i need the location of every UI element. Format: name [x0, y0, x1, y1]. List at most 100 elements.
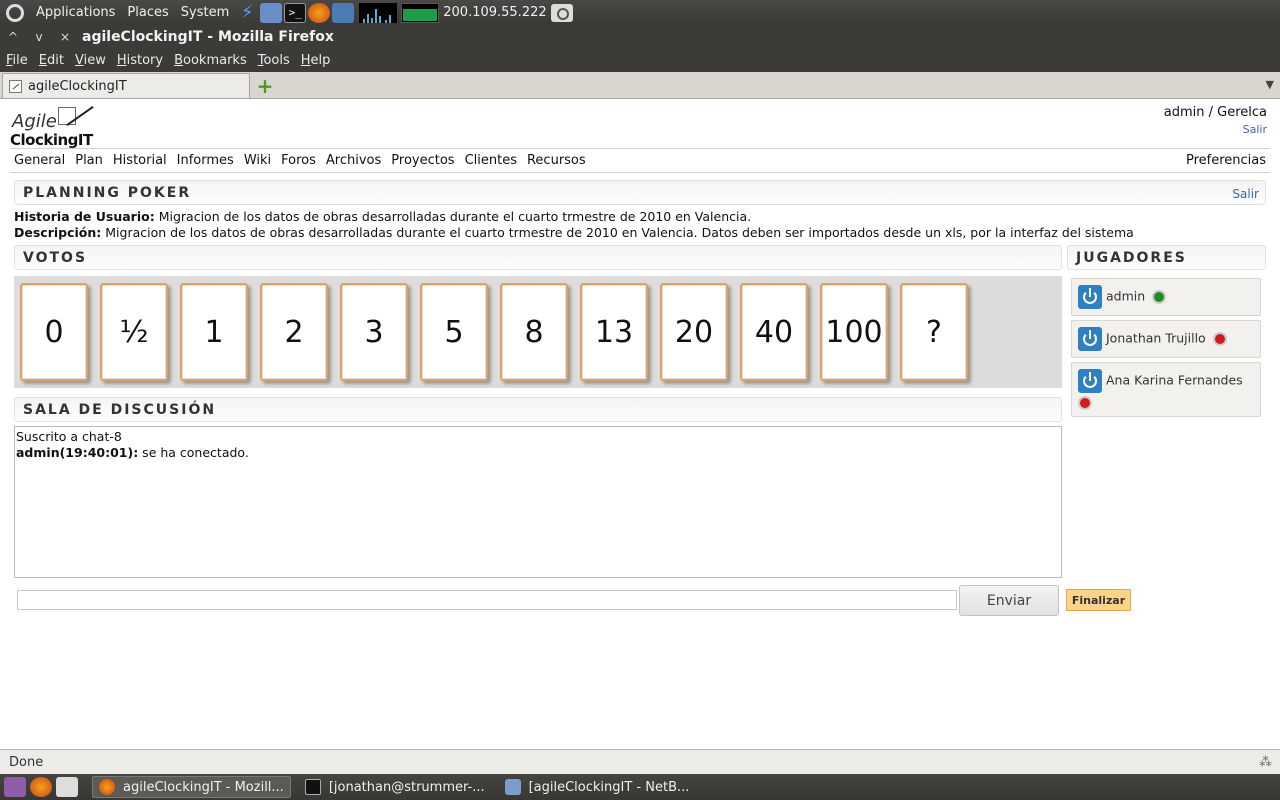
chat-log[interactable]: Suscrito a chat-8 admin(19:40:01): se ha… — [14, 426, 1062, 578]
resize-grip-icon[interactable]: ⁂ — [1259, 755, 1272, 770]
vote-card-0[interactable]: 0 — [20, 283, 88, 381]
memory-monitor-graph[interactable] — [401, 2, 440, 23]
favicon-icon — [9, 79, 22, 93]
vote-card-half[interactable]: ½ — [100, 283, 168, 381]
maximize-icon[interactable]: ^ — [0, 25, 26, 49]
system-menu[interactable]: System — [175, 5, 235, 20]
nav-historial[interactable]: Historial — [109, 153, 173, 168]
lightning-icon[interactable]: ⚡ — [236, 2, 258, 23]
vote-card-3[interactable]: 3 — [340, 283, 408, 381]
vote-card-13[interactable]: 13 — [580, 283, 648, 381]
database-icon[interactable] — [332, 2, 355, 23]
vote-card-5[interactable]: 5 — [420, 283, 488, 381]
firefox-icon[interactable] — [308, 2, 331, 23]
vote-card-8[interactable]: 8 — [500, 283, 568, 381]
window-title: agileClockingIT - Mozilla Firefox — [82, 29, 334, 45]
finish-button[interactable]: Finalizar — [1066, 589, 1131, 611]
netbeans-icon — [504, 779, 521, 795]
status-text: Done — [9, 754, 44, 770]
offline-status-icon — [1078, 395, 1092, 410]
menu-file[interactable]: File — [0, 53, 33, 68]
main-nav: General Plan Historial Informes Wiki For… — [10, 148, 1270, 173]
logout-link[interactable]: Salir — [1164, 123, 1267, 136]
menu-history[interactable]: History — [111, 53, 168, 68]
player-name: Ana Karina Fernandes — [1106, 372, 1243, 388]
tab-list-dropdown-icon[interactable]: ▼ — [1266, 78, 1274, 91]
firefox-menubar: File Edit View History Bookmarks Tools H… — [0, 49, 1280, 72]
nav-general[interactable]: General — [10, 153, 71, 168]
description-text: Migracion de los datos de obras desarrol… — [105, 225, 1134, 240]
nav-clientes[interactable]: Clientes — [461, 153, 523, 168]
send-button[interactable]: Enviar — [959, 585, 1059, 616]
player-card: Ana Karina Fernandes — [1071, 362, 1261, 417]
player-name: admin — [1106, 288, 1146, 304]
gnome-bottom-panel: agileClockingIT - Mozill... [jonathan@st… — [0, 774, 1280, 800]
vote-card-question[interactable]: ? — [900, 283, 968, 381]
nav-preferencias[interactable]: Preferencias — [1182, 153, 1270, 168]
chat-message: admin(19:40:01): se ha conectado. — [16, 445, 1060, 461]
vote-cards: 0 ½ 1 2 3 5 8 13 20 40 100 ? — [14, 276, 1062, 388]
player-power-icon — [1078, 327, 1102, 351]
menu-tools[interactable]: Tools — [252, 53, 295, 68]
vote-card-20[interactable]: 20 — [660, 283, 728, 381]
chat-author: admin(19:40:01): — [16, 445, 139, 460]
poker-exit-link[interactable]: Salir — [1232, 187, 1259, 201]
task-terminal[interactable]: [jonathan@strummer-... — [299, 776, 491, 798]
screenshot-icon[interactable] — [550, 3, 573, 22]
firefox-launcher-icon[interactable] — [30, 777, 52, 797]
browser-statusbar: Done ⁂ — [0, 749, 1280, 774]
task-netbeans[interactable]: [agileClockingIT - NetB... — [499, 776, 696, 798]
new-tab-plus-icon[interactable]: + — [250, 73, 280, 98]
ip-address: 200.109.55.222 — [443, 5, 547, 20]
package-icon[interactable] — [260, 2, 283, 23]
nav-plan[interactable]: Plan — [71, 153, 109, 168]
nav-proyectos[interactable]: Proyectos — [387, 153, 460, 168]
window-titlebar: ^ v × agileClockingIT - Mozilla Firefox — [0, 25, 1280, 49]
minimize-icon[interactable]: v — [26, 25, 52, 49]
terminal-icon — [304, 779, 321, 795]
chat-subscribed-line: Suscrito a chat-8 — [16, 429, 122, 444]
chat-header: SALA DE DISCUSIÓN — [14, 397, 1062, 422]
applications-menu[interactable]: Applications — [30, 5, 121, 20]
nav-informes[interactable]: Informes — [173, 153, 240, 168]
players-header: JUGADORES — [1067, 245, 1266, 270]
menu-bookmarks[interactable]: Bookmarks — [168, 53, 252, 68]
chat-message-input[interactable] — [17, 590, 957, 610]
votes-title: VOTOS — [23, 249, 88, 266]
show-desktop-icon[interactable] — [4, 777, 26, 797]
player-card: Jonathan Trujillo — [1071, 320, 1261, 358]
task-firefox[interactable]: agileClockingIT - Mozill... — [92, 776, 291, 798]
file-manager-icon[interactable] — [56, 777, 78, 797]
user-area: admin / Gerelca Salir — [1164, 105, 1267, 136]
nav-archivos[interactable]: Archivos — [322, 153, 387, 168]
gnome-top-panel: Applications Places System ⚡ >_ 200.109.… — [0, 0, 1280, 25]
vote-card-100[interactable]: 100 — [820, 283, 888, 381]
nav-recursos[interactable]: Recursos — [523, 153, 592, 168]
nav-foros[interactable]: Foros — [277, 153, 322, 168]
tab-label: agileClockingIT — [28, 78, 127, 94]
terminal-icon[interactable]: >_ — [284, 2, 307, 23]
vote-card-2[interactable]: 2 — [260, 283, 328, 381]
planning-poker-title: PLANNING POKER — [23, 184, 192, 201]
firefox-icon — [99, 779, 115, 795]
close-icon[interactable]: × — [52, 25, 78, 49]
user-name: admin / Gerelca — [1163, 105, 1267, 120]
vote-card-1[interactable]: 1 — [180, 283, 248, 381]
story-text: Migracion de los datos de obras desarrol… — [158, 209, 752, 224]
places-menu[interactable]: Places — [121, 5, 174, 20]
offline-status-icon — [1212, 332, 1227, 346]
chat-text: se ha conectado. — [138, 445, 249, 460]
nav-wiki[interactable]: Wiki — [240, 153, 277, 168]
network-monitor-graph[interactable] — [359, 2, 398, 23]
agileclockingit-logo[interactable]: Agile ClockingIT — [10, 103, 94, 149]
menu-help[interactable]: Help — [295, 53, 336, 68]
ubuntu-logo-icon[interactable] — [6, 3, 24, 22]
menu-edit[interactable]: Edit — [33, 53, 69, 68]
browser-tab[interactable]: agileClockingIT — [2, 73, 250, 98]
menu-view[interactable]: View — [69, 53, 111, 68]
page-content: Agile ClockingIT admin / Gerelca Salir G… — [0, 99, 1280, 749]
online-status-icon — [1152, 290, 1167, 304]
player-power-icon — [1078, 285, 1102, 309]
vote-card-40[interactable]: 40 — [740, 283, 808, 381]
planning-poker-header: PLANNING POKER Salir — [14, 180, 1266, 205]
